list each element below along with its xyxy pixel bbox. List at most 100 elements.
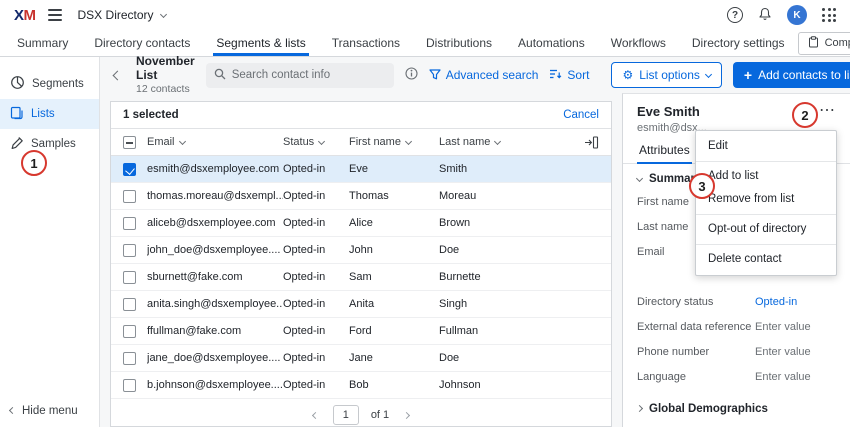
row-checkbox[interactable] [123, 379, 136, 392]
cell-first-name: Alice [349, 217, 439, 229]
field-value[interactable]: Enter value [755, 371, 811, 383]
contact-context-menu: Edit Add to list Remove from list Opt-ou… [695, 130, 837, 276]
cell-status: Opted-in [283, 217, 349, 229]
hide-menu-label: Hide menu [22, 405, 78, 417]
notifications-bell-icon[interactable] [758, 7, 772, 24]
selected-count: 1 selected [123, 109, 179, 121]
tab-automations[interactable]: Automations [505, 30, 598, 56]
row-checkbox[interactable] [123, 325, 136, 338]
complete-button-label: Complete [825, 37, 850, 49]
table-row[interactable]: anita.singh@dsxemployee... Opted-in Anit… [111, 291, 611, 318]
body: Segments Lists Samples Hide menu Novembe… [0, 57, 850, 427]
back-chevron-button[interactable] [110, 64, 125, 86]
table-row[interactable]: sburnett@fake.com Opted-in Sam Burnette [111, 264, 611, 291]
directory-switcher[interactable]: DSX Directory [78, 8, 166, 22]
table-row[interactable]: b.johnson@dsxemployee.... Opted-in Bob J… [111, 372, 611, 399]
hide-menu-button[interactable]: Hide menu [0, 395, 99, 427]
sort-icon [549, 68, 562, 83]
cancel-selection-button[interactable]: Cancel [563, 109, 599, 121]
advanced-search-label: Advanced search [446, 68, 539, 82]
current-page-box[interactable]: 1 [333, 405, 359, 425]
cell-email: john_doe@dsxemployee.... [147, 244, 283, 256]
cell-status: Opted-in [283, 325, 349, 337]
column-header-email[interactable]: Email [147, 136, 283, 148]
xm-logo[interactable]: X M [14, 7, 36, 24]
tab-workflows[interactable]: Workflows [598, 30, 679, 56]
user-avatar[interactable]: K [787, 5, 807, 25]
row-checkbox[interactable] [123, 298, 136, 311]
sort-label: Sort [567, 68, 589, 82]
tab-attributes[interactable]: Attributes [637, 140, 692, 164]
menu-item-remove-from-list[interactable]: Remove from list [696, 188, 836, 211]
field-value[interactable]: Enter value [755, 346, 811, 358]
table-row[interactable]: ffullman@fake.com Opted-in Ford Fullman [111, 318, 611, 345]
tab-transactions[interactable]: Transactions [319, 30, 413, 56]
row-checkbox[interactable] [123, 163, 136, 176]
table-header-row: Email Status First name Last name [111, 129, 611, 156]
global-demographics-label: Global Demographics [649, 403, 768, 415]
field-value[interactable]: Enter value [755, 321, 811, 333]
row-checkbox[interactable] [123, 271, 136, 284]
row-checkbox[interactable] [123, 244, 136, 257]
table-row[interactable]: thomas.moreau@dsxempl... Opted-in Thomas… [111, 183, 611, 210]
row-checkbox[interactable] [123, 352, 136, 365]
sort-button[interactable]: Sort [549, 68, 589, 83]
gear-icon: ⚙ [622, 69, 633, 81]
sidebar-item-lists[interactable]: Lists [0, 99, 99, 129]
sidebar-item-samples[interactable]: Samples [0, 129, 99, 159]
plus-icon: + [744, 68, 752, 82]
search-icon [214, 68, 226, 83]
list-title-block: November List 12 contacts [136, 55, 195, 95]
column-settings-icon[interactable] [569, 136, 611, 149]
column-header-last-name[interactable]: Last name [439, 136, 569, 148]
pagination: 1 of 1 [111, 399, 611, 427]
tab-distributions[interactable]: Distributions [413, 30, 505, 56]
segments-icon [10, 75, 25, 93]
tab-directory-contacts[interactable]: Directory contacts [81, 30, 203, 56]
info-icon[interactable] [405, 67, 418, 83]
cell-status: Opted-in [283, 379, 349, 391]
complete-button[interactable]: Complete [798, 32, 850, 55]
field-value-directory-status[interactable]: Opted-in [755, 296, 797, 308]
field-row: Phone number Enter value [623, 339, 850, 364]
row-checkbox[interactable] [123, 217, 136, 230]
hamburger-menu-icon[interactable] [48, 9, 62, 21]
list-options-button[interactable]: ⚙ List options [611, 62, 721, 88]
advanced-search-button[interactable]: Advanced search [429, 68, 539, 83]
cell-first-name: Ford [349, 325, 439, 337]
previous-page-chevron[interactable] [310, 406, 321, 424]
chevron-down-icon [636, 174, 643, 181]
global-demographics-toggle[interactable]: Global Demographics [623, 403, 850, 415]
more-options-button[interactable]: ⋯ [815, 99, 840, 123]
tab-summary[interactable]: Summary [4, 30, 81, 56]
column-header-first-name[interactable]: First name [349, 136, 439, 148]
cell-email: thomas.moreau@dsxempl... [147, 190, 283, 202]
cell-first-name: Eve [349, 163, 439, 175]
menu-item-opt-out[interactable]: Opt-out of directory [696, 218, 836, 241]
cell-email: jane_doe@dsxemployee.... [147, 352, 283, 364]
tab-segments-and-lists[interactable]: Segments & lists [203, 30, 318, 56]
add-contacts-to-list-button[interactable]: + Add contacts to list [733, 62, 850, 88]
main-area: November List 12 contacts Advanced searc… [100, 57, 850, 427]
table-row[interactable]: jane_doe@dsxemployee.... Opted-in Jane D… [111, 345, 611, 372]
cell-status: Opted-in [283, 163, 349, 175]
table-row[interactable]: aliceb@dsxemployee.com Opted-in Alice Br… [111, 210, 611, 237]
search-box [206, 63, 394, 88]
table-area: 1 selected Cancel Email Status First nam… [100, 93, 622, 427]
column-header-status[interactable]: Status [283, 136, 349, 148]
cell-first-name: Thomas [349, 190, 439, 202]
app-grid-icon[interactable] [822, 8, 836, 22]
select-all-checkbox[interactable] [123, 136, 136, 149]
help-icon[interactable]: ? [727, 7, 743, 23]
menu-item-delete-contact[interactable]: Delete contact [696, 248, 836, 271]
row-checkbox[interactable] [123, 190, 136, 203]
menu-item-add-to-list[interactable]: Add to list [696, 165, 836, 188]
sidebar-item-segments[interactable]: Segments [0, 69, 99, 99]
tab-directory-settings[interactable]: Directory settings [679, 30, 798, 56]
search-input[interactable] [232, 69, 386, 81]
menu-divider [696, 244, 836, 245]
table-row[interactable]: esmith@dsxemployee.com Opted-in Eve Smit… [111, 156, 611, 183]
table-row[interactable]: john_doe@dsxemployee.... Opted-in John D… [111, 237, 611, 264]
menu-item-edit[interactable]: Edit [696, 135, 836, 158]
next-page-chevron[interactable] [401, 406, 412, 424]
